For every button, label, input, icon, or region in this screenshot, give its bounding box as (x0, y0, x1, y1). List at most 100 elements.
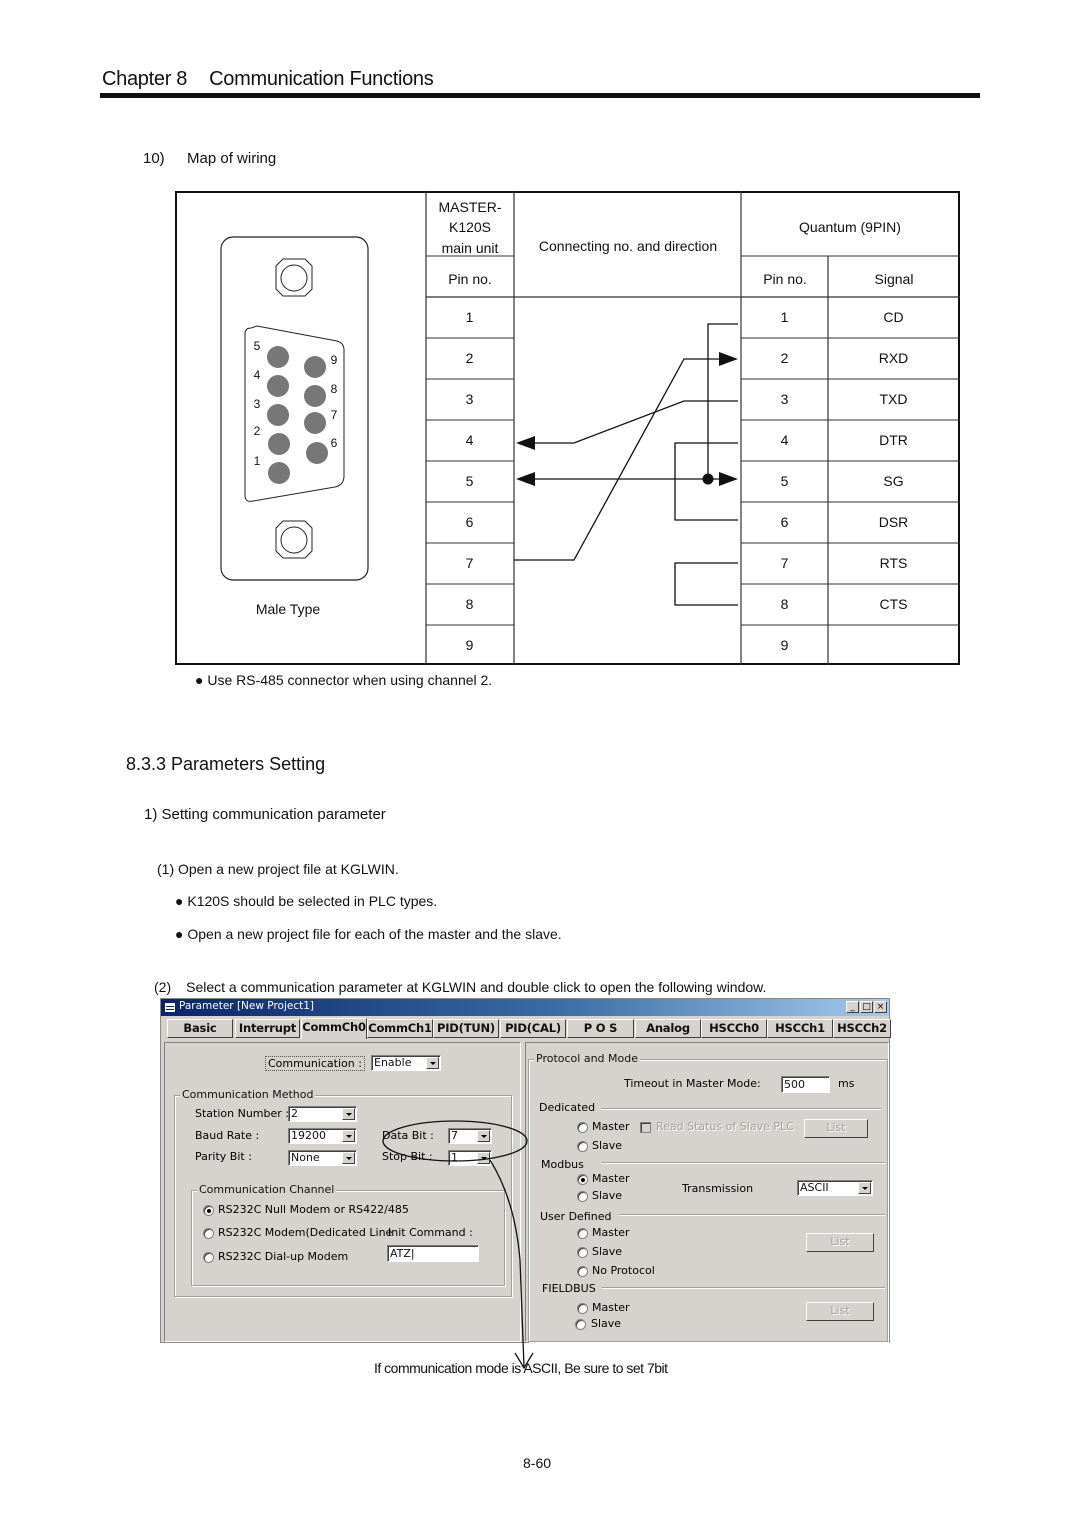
data-bit-select[interactable]: 7 (448, 1128, 492, 1144)
connector-pin-label: 8 (330, 382, 338, 396)
init-command-input[interactable]: ATZ| (387, 1245, 479, 1262)
connector-pin (267, 461, 290, 484)
section-title: 8.3.3 Parameters Setting (126, 754, 326, 774)
transmission-select[interactable]: ASCII (797, 1180, 873, 1196)
tab-pos[interactable]: P O S (567, 1019, 634, 1038)
chevron-down-icon[interactable] (342, 1108, 355, 1120)
user-defined-slave-label: Slave (592, 1245, 623, 1258)
baud-rate-label: Baud Rate : (195, 1129, 260, 1142)
tab-hscch0[interactable]: HSCCh0 (701, 1019, 767, 1038)
communication-method-label: Communication Method (180, 1088, 316, 1101)
minimize-button[interactable]: _ (846, 1001, 859, 1013)
modbus-master-radio[interactable] (577, 1174, 588, 1185)
fieldbus-list-button[interactable]: List (806, 1302, 874, 1321)
communication-select[interactable]: Enable (371, 1055, 441, 1071)
step-1-bullet-2: ● Open a new project file for each of th… (175, 926, 562, 942)
master-pin-cell: 3 (465, 391, 474, 407)
quantum-signal-cell: RXD (878, 350, 909, 366)
window-title: Parameter [New Project1] (179, 1000, 315, 1012)
communication-channel-label: Communication Channel (197, 1183, 337, 1196)
maximize-button[interactable]: □ (860, 1001, 873, 1013)
tab-interrupt[interactable]: Interrupt (235, 1019, 300, 1038)
connector-pin (303, 355, 326, 378)
chevron-down-icon[interactable] (426, 1057, 439, 1069)
channel-radio-dialup[interactable] (203, 1252, 214, 1263)
quantum-signal-cell: RTS (879, 555, 908, 571)
wire-txd-rxd (513, 357, 720, 561)
no-protocol-label: No Protocol (592, 1264, 655, 1277)
user-defined-slave-radio[interactable] (577, 1247, 588, 1258)
wiring-table: MASTER- K120S main unit Pin no. Connecti… (175, 190, 960, 665)
read-status-checkbox[interactable] (640, 1122, 651, 1133)
close-button[interactable]: × (874, 1001, 887, 1013)
tab-hscch2[interactable]: HSCCh2 (833, 1019, 891, 1038)
master-pin-cell: 4 (465, 432, 474, 448)
quantum-pin-cell: 8 (780, 596, 789, 612)
parity-bit-select[interactable]: None (288, 1150, 357, 1166)
no-protocol-radio[interactable] (577, 1266, 588, 1277)
quantum-pin-cell: 4 (780, 432, 789, 448)
master-header-line1: MASTER- (438, 199, 502, 215)
dedicated-list-button[interactable]: List (804, 1119, 868, 1138)
channel-radio-null-modem[interactable] (203, 1205, 214, 1216)
tab-analog[interactable]: Analog (635, 1019, 701, 1038)
modbus-slave-radio[interactable] (577, 1191, 588, 1202)
chevron-down-icon[interactable] (477, 1152, 490, 1164)
fieldbus-master-radio[interactable] (577, 1303, 588, 1314)
channel-option-null-modem: RS232C Null Modem or RS422/485 (218, 1203, 409, 1216)
master-pin-cell: 8 (465, 596, 474, 612)
user-defined-master-label: Master (592, 1226, 630, 1239)
tab-hscch1[interactable]: HSCCh1 (767, 1019, 833, 1038)
tab-commch0[interactable]: CommCh0 (301, 1018, 367, 1039)
wiring-diagram (219, 190, 960, 665)
fieldbus-slave-label: Slave (591, 1317, 622, 1330)
tab-basic[interactable]: Basic (167, 1019, 233, 1038)
step-2-text: Select a communication parameter at KGLW… (186, 979, 767, 995)
tab-pid-tun[interactable]: PID(TUN) (433, 1019, 499, 1038)
window-titlebar[interactable]: Parameter [New Project1] _ □ × (161, 999, 889, 1016)
chapter-heading: Chapter 8 Communication Functions (102, 68, 434, 91)
dedicated-master-radio[interactable] (577, 1122, 588, 1133)
read-status-label: Read Status of Slave PLC (656, 1120, 794, 1133)
arrow-left-icon (515, 471, 535, 486)
connector-pin (303, 384, 326, 407)
user-defined-list-button[interactable]: List (806, 1233, 874, 1252)
channel-radio-dedicated[interactable] (203, 1228, 214, 1239)
chevron-down-icon[interactable] (342, 1130, 355, 1142)
step-2: (2) Select a communication parameter at K… (154, 979, 766, 995)
station-number-select[interactable]: 2 (288, 1106, 357, 1122)
stop-bit-select[interactable]: 1 (448, 1150, 492, 1166)
init-command-label: Init Command : (388, 1226, 473, 1239)
tab-commch1[interactable]: CommCh1 (367, 1019, 433, 1038)
connector-pin (266, 374, 289, 397)
transmission-label: Transmission (682, 1182, 754, 1195)
connector-pin-label: 6 (330, 436, 338, 450)
timeout-input[interactable]: 500 (781, 1076, 830, 1093)
master-pin-cell: 9 (465, 637, 474, 653)
communication-label: Communication : (265, 1056, 365, 1071)
chapter-title: Communication Functions (209, 68, 434, 90)
baud-rate-select[interactable]: 19200 (288, 1128, 357, 1144)
master-pin-cell: 7 (465, 555, 474, 571)
wiring-note-text: Use RS-485 connector when using channel … (207, 672, 493, 688)
connector-pin-label: 1 (253, 454, 261, 468)
fieldbus-slave-radio[interactable] (575, 1319, 586, 1330)
junction-dot-icon (702, 473, 713, 484)
divider (601, 1108, 881, 1110)
wire-rts-cts (673, 561, 738, 606)
chevron-down-icon[interactable] (858, 1182, 871, 1194)
wire-arrows (515, 351, 738, 486)
quantum-pin-cell: 3 (780, 391, 789, 407)
quantum-pin-cell: 5 (780, 473, 789, 489)
chevron-down-icon[interactable] (477, 1130, 490, 1142)
tab-pid-cal[interactable]: PID(CAL) (500, 1019, 566, 1038)
bullet-icon: ● (175, 893, 184, 909)
dedicated-slave-radio[interactable] (577, 1141, 588, 1152)
baud-rate-value: 19200 (291, 1129, 326, 1142)
channel-option-dialup: RS232C Dial-up Modem (218, 1250, 349, 1263)
chevron-down-icon[interactable] (342, 1152, 355, 1164)
wiring-heading-number: 10) (143, 150, 165, 167)
arrow-right-icon (718, 351, 738, 366)
user-defined-master-radio[interactable] (577, 1228, 588, 1239)
channel-option-dedicated: RS232C Modem(Dedicated Line (218, 1226, 393, 1239)
